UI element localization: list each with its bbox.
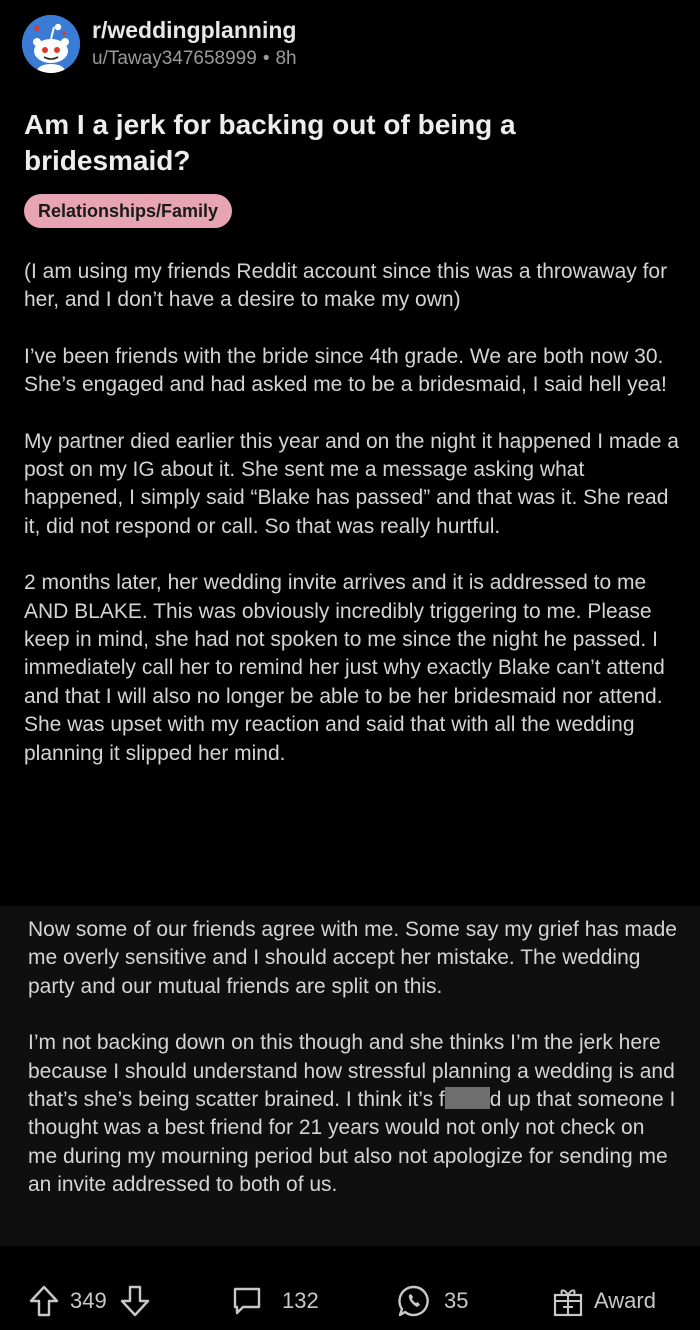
post-header: r/weddingplanning u/Taway347658999 • 8h: [22, 14, 297, 74]
comments-button[interactable]: 132: [230, 1276, 319, 1326]
share-button[interactable]: 35: [396, 1276, 468, 1326]
post-action-bar: 349 132 35 Award: [0, 1276, 700, 1326]
award-button[interactable]: Award: [552, 1276, 656, 1326]
share-count: 35: [444, 1288, 469, 1313]
vote-group: 349: [28, 1276, 151, 1326]
author-name[interactable]: u/Taway347658999: [92, 48, 257, 69]
post-paragraph-last: I’m not backing down on this though and …: [28, 1029, 678, 1199]
arrow-up-icon[interactable]: [28, 1284, 60, 1318]
comment-icon: [230, 1284, 264, 1318]
gift-icon: [552, 1284, 584, 1318]
post-paragraph: Now some of our friends agree with me. S…: [28, 918, 677, 998]
subreddit-name[interactable]: r/weddingplanning: [92, 16, 297, 44]
post-byline: u/Taway347658999 • 8h: [92, 46, 297, 72]
subreddit-avatar[interactable]: [22, 15, 80, 73]
arrow-down-icon[interactable]: [119, 1284, 151, 1318]
post-body: (I am using my friends Reddit account si…: [24, 258, 684, 788]
post-body-continued: Now some of our friends agree with me. S…: [28, 916, 678, 1228]
comment-count: 132: [282, 1288, 319, 1313]
byline-separator: •: [262, 48, 270, 69]
snoo-icon: [22, 15, 80, 73]
post-paragraph: (I am using my friends Reddit account si…: [24, 260, 668, 312]
post-title: Am I a jerk for backing out of being a b…: [24, 109, 516, 176]
post-paragraph: I’ve been friends with the bride since 4…: [24, 344, 667, 397]
post-paragraph: My partner died earlier this year and on…: [24, 429, 679, 538]
censor-block: [444, 1087, 490, 1110]
post-paragraph: 2 months later, her wedding invite arriv…: [24, 571, 665, 765]
vote-score: 349: [70, 1288, 107, 1313]
post-flair[interactable]: Relationships/Family: [24, 194, 233, 228]
whatsapp-icon: [396, 1283, 432, 1319]
post-age: 8h: [275, 48, 297, 69]
award-label: Award: [594, 1288, 656, 1313]
